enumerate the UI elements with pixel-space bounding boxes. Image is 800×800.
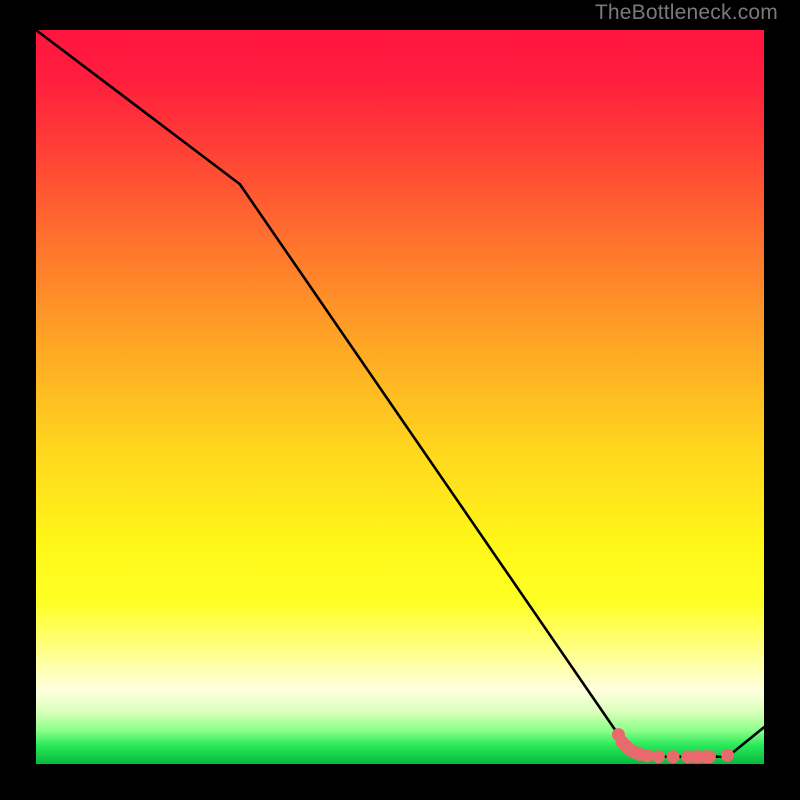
marker-dot [652, 750, 665, 763]
chart-overlay [36, 30, 764, 764]
marker-dot [667, 750, 680, 763]
highlighted-range-markers [612, 728, 734, 763]
watermark-text: TheBottleneck.com [595, 1, 778, 25]
marker-dot [721, 749, 734, 762]
chart-frame: TheBottleneck.com [0, 0, 800, 800]
marker-dot [703, 750, 716, 763]
bottleneck-curve [36, 30, 764, 757]
